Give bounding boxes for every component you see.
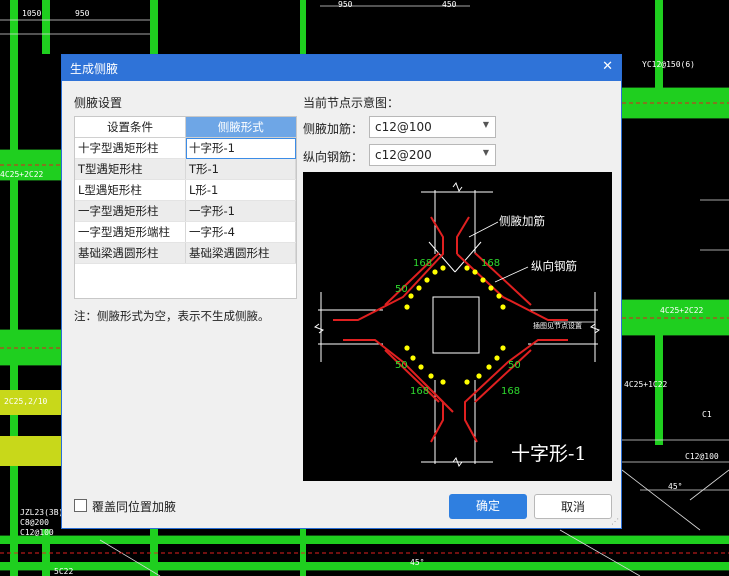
condition-cell: 基础梁遇圆形柱	[75, 242, 186, 264]
column-header-form[interactable]: 侧腋形式	[185, 117, 296, 138]
diagram-label-long: 纵向钢筋	[531, 259, 577, 273]
diagram-dim: 168	[481, 258, 501, 269]
diagram-label-haunch: 侧腋加筋	[499, 214, 545, 228]
bg-label: 450	[442, 0, 457, 9]
table-row[interactable]: 一字型遇矩形柱 一字形-1	[75, 200, 296, 222]
form-cell[interactable]: 一字形-4	[185, 221, 296, 243]
bg-label: 2C25,2/10	[4, 397, 48, 406]
preview-label: 当前节点示意图：	[303, 96, 400, 110]
checkbox-box[interactable]	[74, 499, 87, 512]
title-bar[interactable]: 生成侧腋 ✕	[62, 55, 621, 81]
bg-label: 950	[338, 0, 353, 9]
node-diagram-preview: 侧腋加筋 纵向钢筋 168 168 50 50 50 168 168 插图见节点…	[303, 172, 612, 481]
bg-label: 1050	[22, 9, 42, 18]
bg-label: C12@100	[685, 452, 719, 461]
column-header-condition[interactable]: 设置条件	[75, 117, 186, 138]
chevron-down-icon[interactable]: ▼	[483, 148, 489, 157]
diagram-dim: 168	[410, 386, 430, 397]
chevron-down-icon[interactable]: ▼	[483, 120, 489, 129]
table-row[interactable]: 十字型遇矩形柱 十字形-1	[75, 137, 296, 159]
diagram-dim: 50	[395, 284, 408, 295]
diagram-dim: 168	[501, 386, 521, 397]
generate-haunch-dialog: 生成侧腋 ✕ 侧腋设置 设置条件 侧腋形式 十字型遇矩形柱 十字形-1 T型遇矩…	[61, 54, 622, 529]
haunch-settings-table: 设置条件 侧腋形式 十字型遇矩形柱 十字形-1 T型遇矩形柱 T形-1 L型遇矩…	[74, 116, 297, 299]
form-cell[interactable]: 基础梁遇圆形柱	[185, 242, 296, 264]
bg-label: YC12@150(6)	[642, 60, 695, 69]
haunch-rebar-label: 侧腋加筋：	[303, 122, 364, 136]
table-row[interactable]: L型遇矩形柱 L形-1	[75, 179, 296, 201]
condition-cell: 十字型遇矩形柱	[75, 137, 186, 159]
form-cell[interactable]: 一字形-1	[185, 200, 296, 222]
long-rebar-value: c12@200	[375, 148, 432, 162]
diagram-shape-name: 十字形-1	[511, 443, 587, 465]
diagram-detail-note: 插图见节点设置	[533, 322, 582, 330]
diagram-dim: 168	[413, 258, 433, 269]
overwrite-label: 覆盖同位置加腋	[92, 500, 177, 514]
haunch-rebar-value: c12@100	[375, 120, 432, 134]
bg-label: 45°	[410, 558, 425, 567]
settings-label: 侧腋设置	[74, 96, 123, 110]
form-cell[interactable]: 十字形-1	[185, 137, 296, 159]
form-cell[interactable]: T形-1	[185, 158, 296, 180]
long-rebar-label: 纵向钢筋：	[303, 150, 364, 164]
diagram-dim: 50	[395, 360, 408, 371]
condition-cell: L型遇矩形柱	[75, 179, 186, 201]
haunch-rebar-select[interactable]: c12@100 ▼	[369, 116, 496, 138]
bg-label: 950	[75, 9, 90, 18]
table-row[interactable]: 基础梁遇圆形柱 基础梁遇圆形柱	[75, 242, 296, 264]
bg-label: 5C22	[54, 567, 74, 576]
bg-label: C12@100	[20, 528, 54, 537]
bg-label: C8@200	[20, 518, 49, 527]
table-row[interactable]: T型遇矩形柱 T形-1	[75, 158, 296, 180]
condition-cell: 一字型遇矩形端柱	[75, 221, 186, 243]
table-row[interactable]: 一字型遇矩形端柱 一字形-4	[75, 221, 296, 243]
bg-label: 4C25+1C22	[624, 380, 668, 389]
resize-grip-icon[interactable]: ⋰	[611, 517, 619, 526]
long-rebar-select[interactable]: c12@200 ▼	[369, 144, 496, 166]
diagram-dim: 50	[508, 360, 521, 371]
condition-cell: 一字型遇矩形柱	[75, 200, 186, 222]
form-cell[interactable]: L形-1	[185, 179, 296, 201]
dialog-title: 生成侧腋	[70, 62, 119, 76]
bg-label: 45°	[668, 482, 683, 491]
bg-label: 4C25+2C22	[660, 306, 704, 315]
note-text: 注：侧腋形式为空，表示不生成侧腋。	[74, 309, 270, 323]
close-icon[interactable]: ✕	[602, 59, 613, 74]
cancel-button[interactable]: 取消	[534, 494, 612, 519]
bg-label: 4C25+2C22	[0, 170, 44, 179]
ok-button[interactable]: 确定	[449, 494, 527, 519]
condition-cell: T型遇矩形柱	[75, 158, 186, 180]
bg-label: C1	[702, 410, 712, 419]
